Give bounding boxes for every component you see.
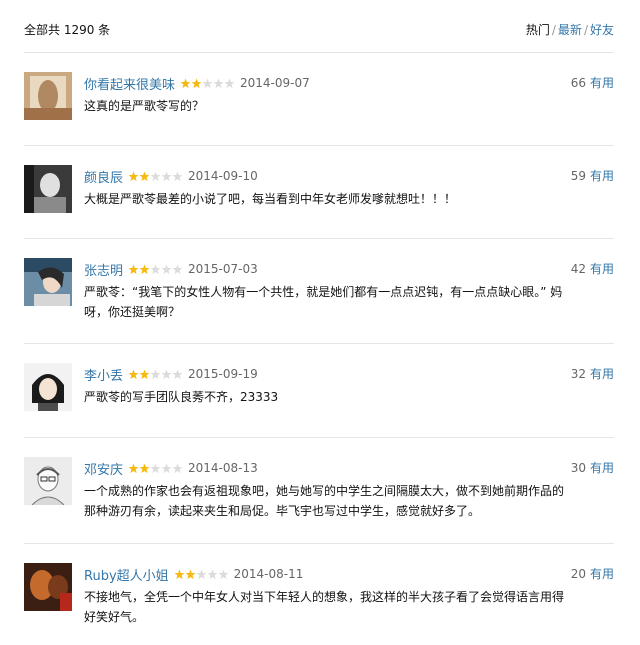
review-meta: 你看起来很美味 2014-09-07	[84, 74, 310, 93]
useful-votes: 66 有用	[571, 74, 614, 91]
review-date: 2015-07-03	[188, 262, 258, 276]
star-empty-icon	[224, 78, 235, 88]
star-empty-icon	[150, 264, 161, 274]
sort-new[interactable]: 最新	[558, 23, 582, 37]
username-link[interactable]: 李小丢	[84, 365, 123, 384]
vote-count: 32	[570, 367, 586, 381]
vote-count: 20	[570, 567, 586, 581]
star-empty-icon	[150, 171, 161, 181]
comments-header: 全部共 1290 条 热门 / 最新 / 好友	[24, 20, 614, 38]
review-text: 一个成熟的作家也会有返祖现象吧，她与她写的中学生之间隔膜太大，做不到她前期作品的…	[84, 484, 565, 518]
review-text: 严歌苓：“我笔下的女性人物有一个共性，就是她们都有一点点迟钝，有一点点缺心眼。”…	[84, 285, 563, 319]
useful-votes: 30 有用	[571, 459, 614, 476]
review-date: 2014-08-13	[188, 461, 258, 475]
rating-stars	[128, 171, 183, 182]
review-text: 大概是严歌苓最差的小说了吧，每当看到中年女老师发嗲就想吐！！！	[84, 192, 457, 206]
username-link[interactable]: 颜良辰	[84, 167, 123, 186]
review-text: 不接地气，全凭一个中年女人对当下年轻人的想象，我这样的半大孩子看了会觉得语言用得…	[84, 590, 565, 624]
avatar[interactable]	[24, 363, 72, 411]
rating-stars	[128, 369, 183, 380]
star-filled-icon	[128, 463, 139, 473]
sort-options: 热门 / 最新 / 好友	[526, 21, 614, 38]
star-empty-icon	[172, 369, 183, 379]
star-empty-icon	[213, 78, 224, 88]
star-filled-icon	[128, 369, 139, 379]
review-date: 2015-09-19	[188, 367, 258, 381]
divider	[24, 145, 614, 146]
review-text: 严歌苓的写手团队良莠不齐，23333	[84, 390, 279, 404]
username-link[interactable]: 你看起来很美味	[84, 74, 175, 93]
star-empty-icon	[161, 171, 172, 181]
useful-button[interactable]: 有用	[590, 567, 614, 581]
star-empty-icon	[172, 171, 183, 181]
rating-stars	[128, 264, 183, 275]
review-date: 2014-09-07	[240, 76, 310, 90]
star-empty-icon	[218, 569, 229, 579]
review-meta: 张志明 2015-07-03	[84, 260, 258, 279]
comments-panel: 全部共 1290 条 热门 / 最新 / 好友 你看起来很美味 2014-09-07 6…	[0, 0, 640, 645]
useful-button[interactable]: 有用	[590, 76, 614, 90]
useful-button[interactable]: 有用	[590, 367, 614, 381]
review-date: 2014-09-10	[188, 169, 258, 183]
star-filled-icon	[139, 264, 150, 274]
rating-stars	[180, 78, 235, 89]
star-empty-icon	[161, 264, 172, 274]
star-empty-icon	[150, 369, 161, 379]
star-filled-icon	[128, 171, 139, 181]
useful-votes: 42 有用	[571, 260, 614, 277]
star-empty-icon	[161, 369, 172, 379]
divider	[24, 543, 614, 544]
useful-votes: 59 有用	[571, 167, 614, 184]
star-filled-icon	[180, 78, 191, 88]
review-meta: 颜良辰 2014-09-10	[84, 167, 258, 186]
username-link[interactable]: 张志明	[84, 260, 123, 279]
star-filled-icon	[139, 369, 150, 379]
avatar[interactable]	[24, 72, 72, 120]
star-filled-icon	[128, 264, 139, 274]
review-meta: 李小丢 2015-09-19	[84, 365, 258, 384]
separator: /	[551, 22, 556, 37]
vote-count: 66	[570, 76, 586, 90]
rating-stars	[128, 463, 183, 474]
vote-count: 30	[570, 461, 586, 475]
avatar[interactable]	[24, 165, 72, 213]
star-empty-icon	[202, 78, 213, 88]
rating-stars	[174, 569, 229, 580]
star-filled-icon	[185, 569, 196, 579]
review-text: 这真的是严歌苓写的？	[84, 99, 205, 113]
avatar[interactable]	[24, 563, 72, 611]
star-empty-icon	[172, 264, 183, 274]
separator: /	[583, 22, 588, 37]
useful-votes: 20 有用	[571, 565, 614, 582]
review-meta: Ruby超人小姐 2014-08-11	[84, 565, 304, 584]
sort-hot[interactable]: 热门	[526, 23, 550, 37]
vote-count: 42	[570, 262, 586, 276]
useful-button[interactable]: 有用	[590, 169, 614, 183]
star-filled-icon	[139, 463, 150, 473]
avatar[interactable]	[24, 457, 72, 505]
useful-button[interactable]: 有用	[590, 461, 614, 475]
divider	[24, 343, 614, 344]
vote-count: 59	[570, 169, 586, 183]
useful-button[interactable]: 有用	[590, 262, 614, 276]
avatar[interactable]	[24, 258, 72, 306]
star-empty-icon	[207, 569, 218, 579]
star-empty-icon	[172, 463, 183, 473]
total-count: 全部共 1290 条	[24, 22, 111, 37]
star-filled-icon	[191, 78, 202, 88]
review-meta: 邓安庆 2014-08-13	[84, 459, 258, 478]
star-filled-icon	[139, 171, 150, 181]
divider	[24, 52, 614, 53]
divider	[24, 238, 614, 239]
sort-friends[interactable]: 好友	[590, 23, 614, 37]
star-empty-icon	[150, 463, 161, 473]
star-empty-icon	[161, 463, 172, 473]
star-filled-icon	[174, 569, 185, 579]
username-link[interactable]: Ruby超人小姐	[84, 565, 169, 584]
useful-votes: 32 有用	[571, 365, 614, 382]
star-empty-icon	[196, 569, 207, 579]
divider	[24, 437, 614, 438]
review-date: 2014-08-11	[233, 567, 304, 581]
username-link[interactable]: 邓安庆	[84, 459, 123, 478]
